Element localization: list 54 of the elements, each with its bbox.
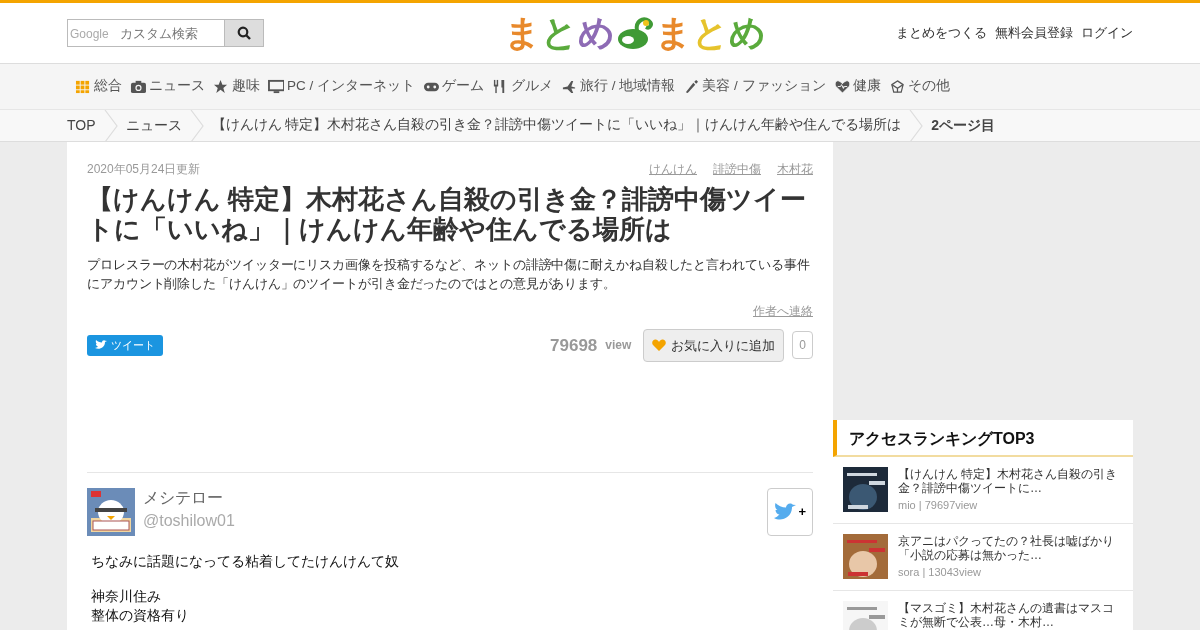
category-link[interactable]: ゲーム [423, 76, 484, 97]
ranking-item[interactable]: 【マスゴミ】木村花さんの遺書はマスコミが無断で公表…母・木村… [833, 591, 1133, 630]
monitor-icon [268, 79, 284, 94]
ranking-meta: sora | 13043view [898, 566, 982, 579]
search-brand-label: Google [70, 26, 109, 43]
sidebar-heading: アクセスランキングTOP3 [833, 420, 1133, 457]
heart-icon [833, 79, 850, 94]
grid-icon [75, 79, 91, 94]
breadcrumb-link[interactable]: ニュース [125, 115, 182, 136]
ranking-title: 【けんけん 特定】木村花さん自殺の引き金？誹謗中傷ツイートに… [898, 467, 1119, 495]
search-icon [237, 26, 251, 40]
view-count: 79698 [550, 334, 598, 357]
category-link[interactable]: 美容 / ファッション [683, 76, 826, 97]
header-link[interactable]: 無料会員登録 [995, 23, 1073, 43]
breadcrumb-link[interactable]: TOP [67, 115, 96, 136]
tweet-author-handle: @toshilow01 [143, 510, 235, 531]
tweet-text: 整体の資格有り [91, 606, 190, 626]
category-link[interactable]: その他 [888, 76, 950, 97]
article-title: 【けんけん 特定】木村花さん自殺の引き金？誹謗中傷ツイートに「いいね」｜けんけん年齢や住んでる場所は [87, 184, 808, 245]
logo[interactable]: ま と め ま と め [504, 15, 766, 51]
bird-icon [615, 15, 655, 51]
category-link[interactable]: ニュース [130, 76, 205, 97]
tweet-text: ちなみに話題になってる粘着してたけんけんて奴 [91, 552, 400, 572]
tweet-author-name: メシテロー [143, 488, 224, 509]
category-link[interactable]: グルメ [492, 76, 553, 97]
airplane-icon [561, 79, 577, 94]
ranking-title: 【マスゴミ】木村花さんの遺書はマスコミが無断で公表…母・木村… [898, 601, 1115, 629]
article-description: プロレスラーの木村花がツイッターにリスカ画像を投稿するなど、ネットの誹謗中傷に耐えかね自殺したと言われている事件にアカウント削除した「けんけん」のツイートが引き金だったのではとの意見があります。 [87, 255, 811, 293]
favorite-button[interactable]: お気に入りに追加 [643, 328, 785, 363]
view-unit: view [605, 337, 632, 355]
pen-icon [683, 79, 700, 94]
polygon-icon [888, 79, 905, 94]
category-link[interactable]: 旅行 / 地域情報 [561, 76, 676, 97]
twitter-follow-button[interactable]: + [767, 488, 813, 537]
update-date: 2020年05月24日更新 [87, 161, 201, 178]
category-link[interactable]: 健康 [833, 76, 881, 97]
header-link[interactable]: まとめをつくる [896, 23, 987, 43]
tweet-text: 神奈川住み [91, 587, 162, 607]
camera-icon [130, 79, 146, 94]
category-link[interactable]: PC / インターネット [268, 76, 415, 97]
ranking-item[interactable]: 【けんけん 特定】木村花さん自殺の引き金？誹謗中傷ツイートに… mio | 79697view [833, 457, 1133, 524]
bird-icon [95, 340, 107, 351]
category-link[interactable]: 総合 [75, 76, 122, 97]
search-button[interactable] [224, 19, 264, 47]
category-link[interactable]: 趣味 [213, 76, 260, 97]
ranking-title: 京アニはパクってたの？社長は嘘ばかり「小説の応募は無かった… [898, 534, 1115, 562]
header-link[interactable]: ログイン [1081, 23, 1133, 43]
favorite-count: 0 [792, 331, 813, 360]
star-icon [213, 79, 229, 94]
ranking-item[interactable]: 京アニはパクってたの？社長は嘘ばかり「小説の応募は無かった… sora | 13043view [833, 524, 1133, 591]
heart-icon [652, 339, 667, 352]
bird-icon [774, 503, 797, 522]
ranking-meta: mio | 79697view [898, 499, 979, 512]
breadcrumb-link[interactable]: 【けんけん 特定】木村花さん自殺の引き金？誹謗中傷ツイートに「いいね」｜けんけん年齢や住んでる場所は [211, 115, 902, 136]
